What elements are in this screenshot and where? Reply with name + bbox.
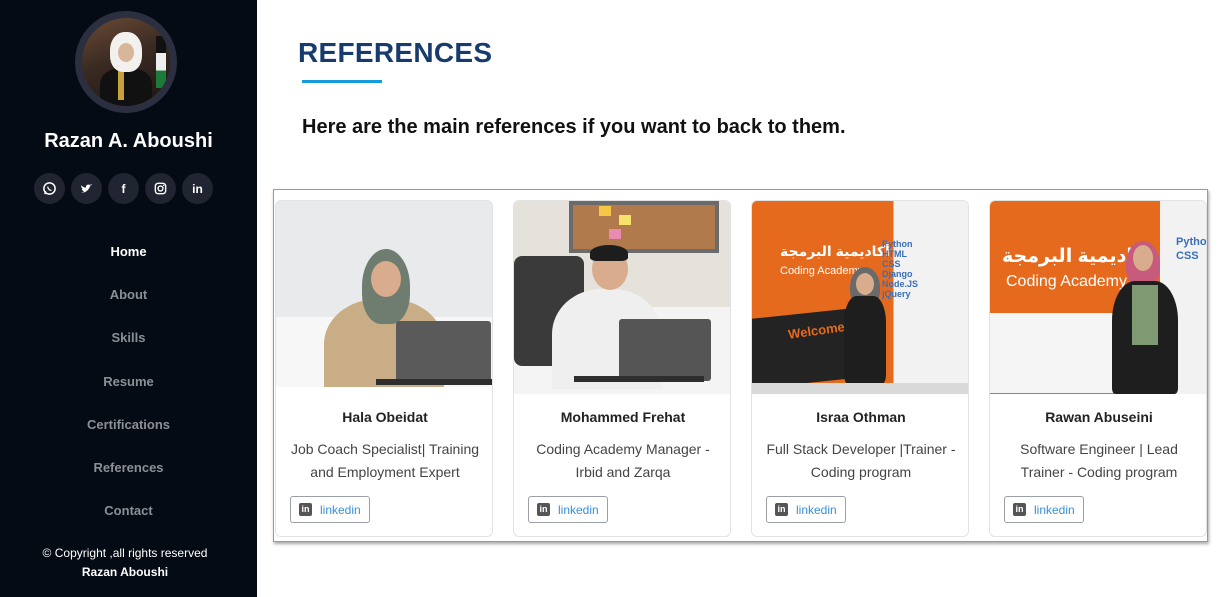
reference-card: Hala Obeidat Job Coach Specialist| Train… (275, 200, 493, 537)
copyright-text: © Copyright ,all rights reserved (42, 546, 208, 560)
reference-name: Israa Othman (816, 409, 906, 425)
copyright-owner: Razan Aboushi (81, 565, 169, 579)
nav-resume[interactable]: Resume (0, 360, 257, 403)
instagram-icon (154, 182, 167, 195)
reference-photo: أكاديمية البرمجة Coding Academy Python H… (752, 201, 968, 394)
reference-role: Software Engineer | Lead Trainer - Codin… (1004, 438, 1194, 484)
social-links: f in (34, 173, 213, 204)
reference-role-line: Job Coach Specialist| Training (290, 441, 480, 457)
reference-card: Mohammed Frehat Coding Academy Manager -… (513, 200, 731, 537)
reference-role-line: Coding Academy Manager - (536, 441, 710, 457)
facebook-icon: f (121, 181, 126, 196)
reference-name: Mohammed Frehat (560, 409, 686, 425)
title-underline (302, 80, 382, 83)
twitter-icon (80, 183, 93, 193)
wall-word: Node.JS (882, 279, 919, 289)
nav-about[interactable]: About (0, 273, 257, 316)
wall-word: jQuery (882, 289, 911, 299)
section-title: REFERENCES (298, 37, 493, 68)
wall-word: CSS (882, 259, 901, 269)
linkedin-icon: in (299, 503, 312, 516)
linkedin-button[interactable]: in linkedin (1004, 496, 1084, 523)
reference-name: Hala Obeidat (342, 409, 428, 425)
nav-references[interactable]: References (0, 446, 257, 489)
linkedin-icon: in (192, 181, 203, 196)
photo-academy-text: Coding Academy (780, 265, 864, 277)
photo-wall-words: Python HTML CSS Django Node.JS jQuery (882, 239, 918, 299)
references-container: Hala Obeidat Job Coach Specialist| Train… (273, 189, 1208, 542)
whatsapp-link[interactable] (34, 173, 65, 204)
reference-card: أكاديمية البرمجة Coding Academy Python C… (989, 200, 1207, 537)
linkedin-icon: in (1013, 503, 1026, 516)
wall-word: HTML (882, 249, 907, 259)
wall-word: Python (1176, 236, 1207, 248)
linkedin-label: linkedin (558, 502, 599, 517)
sidebar: Razan A. Aboushi f in Home About Skills … (0, 0, 257, 597)
linkedin-label: linkedin (796, 502, 837, 517)
photo-academy-text: Coding Academy (1006, 273, 1127, 290)
reference-photo (514, 201, 730, 394)
twitter-link[interactable] (71, 173, 102, 204)
main-nav: Home About Skills Resume Certifications … (0, 230, 257, 532)
linkedin-link[interactable]: in (182, 173, 213, 204)
reference-name: Rawan Abuseini (1045, 409, 1153, 425)
linkedin-label: linkedin (320, 502, 361, 517)
nav-certifications[interactable]: Certifications (0, 403, 257, 446)
reference-role: Full Stack Developer |Trainer - Coding p… (766, 438, 956, 484)
reference-role-line: Software Engineer | Lead (1020, 441, 1178, 457)
whatsapp-icon (43, 182, 56, 195)
reference-role-line: Coding program (810, 464, 912, 480)
reference-role-line: Full Stack Developer |Trainer - (766, 441, 956, 457)
profile-name: Razan A. Aboushi (44, 130, 213, 152)
reference-photo: أكاديمية البرمجة Coding Academy Python C… (990, 201, 1207, 394)
wall-word: CSS (1176, 250, 1199, 262)
reference-role-line: Trainer - Coding program (1020, 464, 1178, 480)
reference-role: Job Coach Specialist| Training and Emplo… (290, 438, 480, 484)
linkedin-icon: in (775, 503, 788, 516)
nav-contact[interactable]: Contact (0, 489, 257, 532)
photo-arabic-text: أكاديمية البرمجة (780, 243, 890, 259)
reference-role-line: and Employment Expert (310, 464, 460, 480)
reference-role: Coding Academy Manager - Irbid and Zarqa (528, 438, 718, 484)
wall-word: Python (882, 239, 913, 249)
instagram-link[interactable] (145, 173, 176, 204)
photo-wall-words: Python CSS (1176, 235, 1207, 263)
reference-card: أكاديمية البرمجة Coding Academy Python H… (751, 200, 969, 537)
facebook-link[interactable]: f (108, 173, 139, 204)
linkedin-button[interactable]: in linkedin (290, 496, 370, 523)
linkedin-label: linkedin (1034, 502, 1075, 517)
reference-role-line: Irbid and Zarqa (575, 464, 671, 480)
nav-home[interactable]: Home (0, 230, 257, 273)
profile-avatar (75, 11, 177, 113)
copyright: © Copyright ,all rights reserved Razan A… (0, 544, 250, 582)
linkedin-button[interactable]: in linkedin (528, 496, 608, 523)
reference-photo (276, 201, 492, 394)
linkedin-icon: in (537, 503, 550, 516)
section-intro: Here are the main references if you want… (302, 116, 846, 138)
linkedin-button[interactable]: in linkedin (766, 496, 846, 523)
wall-word: Django (882, 269, 913, 279)
nav-skills[interactable]: Skills (0, 316, 257, 359)
